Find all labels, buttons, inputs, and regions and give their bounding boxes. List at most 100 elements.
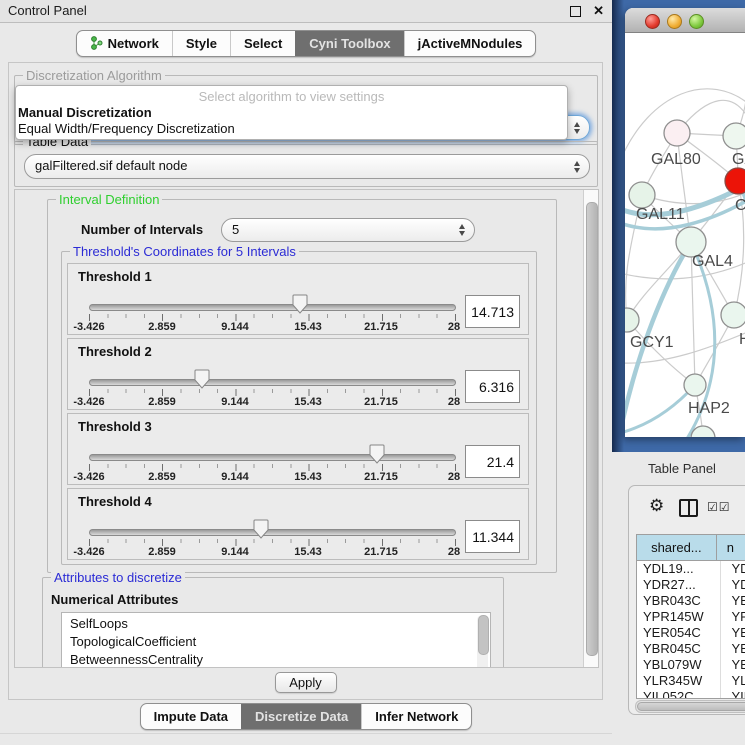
table-cell[interactable]: YIL052C	[637, 689, 721, 698]
slider-thumb[interactable]	[194, 369, 210, 389]
network-node[interactable]	[629, 182, 655, 208]
table-cell[interactable]: YBR043C	[637, 593, 721, 609]
tab-network[interactable]: Network	[77, 31, 172, 56]
checkbox-icons[interactable]: ☑☑	[707, 500, 731, 514]
gear-icon[interactable]: ⚙	[649, 496, 664, 516]
table-cell[interactable]: YIL0	[721, 689, 745, 698]
column-header-shared[interactable]: shared...	[637, 535, 717, 560]
tick-label: 21.715	[364, 321, 398, 333]
close-traffic-light[interactable]	[645, 14, 660, 29]
table-row[interactable]: YPR145WYPR1	[637, 609, 745, 625]
table-cell[interactable]: YBR0	[721, 641, 745, 657]
dropdown-prompt: Select algorithm to view settings	[16, 88, 567, 105]
table-row[interactable]: YER054CYER0	[637, 625, 745, 641]
table-row[interactable]: YDL19...YDL1	[637, 561, 745, 577]
table-row[interactable]: YDR27...YDR2	[637, 577, 745, 593]
panel-divider	[0, 733, 612, 734]
table-cell[interactable]: YLR3	[721, 673, 745, 689]
slider-track[interactable]	[89, 454, 456, 461]
list-item[interactable]: TopologicalCoefficient	[62, 633, 490, 651]
dropdown-option[interactable]: Manual Discretization	[16, 105, 567, 121]
slider-major-ticks	[89, 539, 456, 546]
tab-select[interactable]: Select	[230, 31, 295, 56]
threshold-value-field[interactable]	[465, 445, 520, 478]
network-node[interactable]	[664, 120, 690, 146]
slider-thumb[interactable]	[292, 294, 308, 314]
table-row[interactable]: YIL052CYIL0	[637, 689, 745, 698]
tab-label: jActiveMNodules	[418, 36, 523, 51]
table-cell[interactable]: YDL19...	[637, 561, 721, 577]
tab-infer-network[interactable]: Infer Network	[361, 704, 471, 729]
settings-vertical-scrollbar[interactable]	[583, 190, 598, 667]
apply-button[interactable]: Apply	[275, 672, 337, 693]
threshold-panel: Threshold 1 -3.4262.8599.14415.4321.7152…	[67, 263, 529, 335]
network-canvas[interactable]: GAL80GACGAL11GAL4GCY1HHAP2	[625, 33, 745, 437]
slider-track[interactable]	[89, 529, 456, 536]
table-cell[interactable]: YLR345W	[637, 673, 721, 689]
tab-cyni-toolbox[interactable]: Cyni Toolbox	[295, 31, 403, 56]
table-cell[interactable]: YBL079W	[637, 657, 721, 673]
attributes-list-scrollbar[interactable]	[477, 615, 488, 668]
table-cell[interactable]: YPR1	[721, 609, 745, 625]
attributes-list[interactable]: SelfLoopsTopologicalCoefficientBetweenne…	[61, 612, 491, 668]
tab-discretize-data[interactable]: Discretize Data	[241, 704, 361, 729]
table-horizontal-scrollbar[interactable]	[635, 700, 745, 713]
tab-label: Network	[108, 36, 159, 51]
network-node[interactable]	[725, 168, 745, 194]
scrollbar-thumb[interactable]	[586, 202, 598, 656]
column-header-name[interactable]: n	[717, 535, 745, 560]
table-row[interactable]: YBR043CYBR0	[637, 593, 745, 609]
dropdown-option[interactable]: Equal Width/Frequency Discretization	[16, 121, 567, 137]
table-row[interactable]: YBL079WYBL0	[637, 657, 745, 673]
table-cell[interactable]: YER054C	[637, 625, 721, 641]
threshold-label: Threshold 4	[78, 494, 152, 509]
tab-style[interactable]: Style	[172, 31, 230, 56]
tick-label: 28	[448, 471, 460, 483]
tick-label: 2.859	[148, 471, 176, 483]
tab-label: Discretize Data	[255, 709, 348, 724]
slider-thumb[interactable]	[369, 444, 385, 464]
float-window-icon[interactable]	[570, 6, 581, 17]
table-cell[interactable]: YBR045C	[637, 641, 721, 657]
table-row[interactable]: YBR045CYBR0	[637, 641, 745, 657]
table-data-group: Table Data galFiltered.sif default node	[14, 141, 598, 187]
minimize-traffic-light[interactable]	[667, 14, 682, 29]
table-cell[interactable]: YER0	[721, 625, 745, 641]
table-cell[interactable]: YBR0	[721, 593, 745, 609]
tab-jactivemnodules[interactable]: jActiveMNodules	[404, 31, 536, 56]
table-cell[interactable]: YPR145W	[637, 609, 721, 625]
slider-track[interactable]	[89, 304, 456, 311]
node-label: H	[739, 331, 745, 348]
list-item[interactable]: SelfLoops	[62, 615, 490, 633]
combo-spinner-icon[interactable]	[574, 161, 580, 173]
tab-impute-data[interactable]: Impute Data	[141, 704, 241, 729]
threshold-label: Threshold 2	[78, 344, 152, 359]
table-data-combo[interactable]: galFiltered.sif default node	[24, 154, 590, 179]
zoom-traffic-light[interactable]	[689, 14, 704, 29]
close-icon[interactable]: ✕	[593, 0, 604, 22]
settings-scrollpane: Interval Definition Number of Intervals …	[14, 189, 599, 668]
network-node[interactable]	[721, 302, 745, 328]
threshold-value-field[interactable]	[465, 295, 520, 328]
table-cell[interactable]: YBL0	[721, 657, 745, 673]
threshold-value-field[interactable]	[465, 520, 520, 553]
network-node[interactable]	[684, 374, 706, 396]
tick-label: 2.859	[148, 546, 176, 558]
table-cell[interactable]: YDR27...	[637, 577, 721, 593]
numerical-attributes-label: Numerical Attributes	[51, 592, 178, 607]
slider-track[interactable]	[89, 379, 456, 386]
table-cell[interactable]: YDR2	[721, 577, 745, 593]
table-cell[interactable]: YDL1	[721, 561, 745, 577]
threshold-value-field[interactable]	[465, 370, 520, 403]
list-item[interactable]: BetweennessCentrality	[62, 651, 490, 668]
columns-icon[interactable]	[679, 499, 698, 517]
network-node[interactable]	[723, 123, 745, 149]
combo-spinner-icon[interactable]	[574, 122, 580, 134]
control-panel-titlebar: Control Panel ✕	[0, 0, 612, 23]
num-intervals-combo[interactable]: 5	[221, 218, 475, 242]
scrollbar-thumb[interactable]	[637, 702, 745, 711]
slider-thumb[interactable]	[253, 519, 269, 539]
combo-spinner-icon[interactable]	[459, 224, 465, 236]
table-row[interactable]: YLR345WYLR3	[637, 673, 745, 689]
network-node[interactable]	[625, 308, 639, 332]
